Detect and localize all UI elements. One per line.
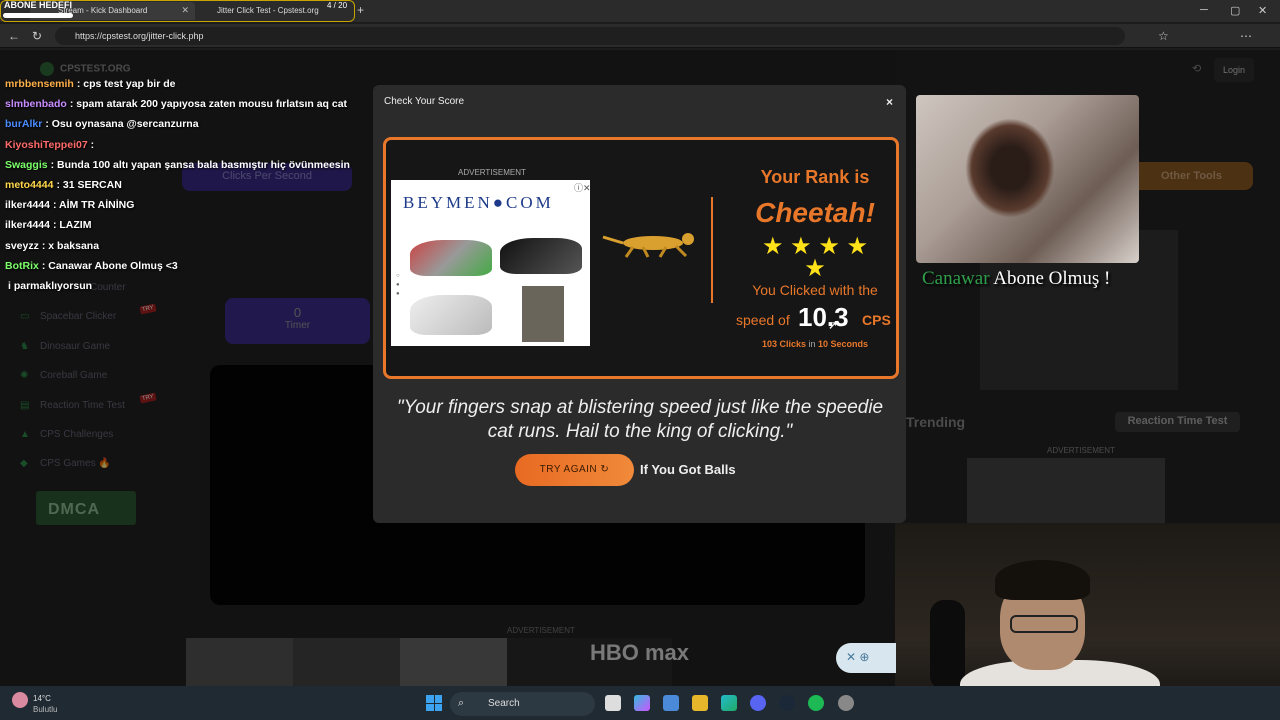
weather-icon[interactable] xyxy=(12,692,28,708)
speed-value: 10.3 xyxy=(798,302,849,332)
chat-username: sveyzz xyxy=(5,239,39,252)
sneaker-image xyxy=(410,295,492,335)
windows-start-icon[interactable] xyxy=(426,695,442,711)
clicks-summary: 103 Clicks in 10 Seconds xyxy=(761,339,869,349)
rating-stars-icon: ★ ★ ★ ★ ★ xyxy=(761,233,869,282)
back-icon[interactable]: ← xyxy=(8,29,20,43)
chat-message: mrbbensemih: cps test yap bir de xyxy=(5,78,355,90)
rank-quote: "Your fingers snap at blistering speed j… xyxy=(396,397,884,442)
file-explorer-icon[interactable] xyxy=(692,695,708,711)
weather-temp: 14°C xyxy=(33,694,51,703)
notification-pill[interactable]: ✕ ⊕ xyxy=(836,643,896,673)
copilot-icon[interactable] xyxy=(634,695,650,711)
ad-brand: BEYMEN●COM xyxy=(403,193,554,212)
glasses xyxy=(1010,615,1078,633)
clicked-text: You Clicked with the xyxy=(752,282,878,298)
cheetah-image xyxy=(602,233,694,258)
chat-username: BotRix xyxy=(5,259,39,272)
divider xyxy=(711,197,713,303)
chat-username: mrbbensemih xyxy=(5,78,74,90)
chat-text: : AİM TR AİNİNG xyxy=(52,199,135,212)
goal-count: 4 / 20 xyxy=(327,1,348,10)
microphone xyxy=(930,600,965,690)
video-figure xyxy=(965,118,1055,218)
chat-username: burAlkr xyxy=(5,118,43,131)
speed-label: speed of xyxy=(736,312,790,328)
carousel-dots[interactable]: ○ ● ● xyxy=(396,272,400,299)
goal-label: ABONE HEDEFI xyxy=(4,0,73,10)
chat-message: burAlkr: Osu oynasana @sercanzurna xyxy=(5,118,355,130)
spotify-icon[interactable] xyxy=(808,695,824,711)
chat-text: : xyxy=(90,138,95,151)
chat-username: Swaggis xyxy=(5,158,48,171)
favorite-icon[interactable]: ☆ xyxy=(1158,29,1169,43)
address-bar-row: https://cpstest.org/jitter-click.php xyxy=(0,24,1280,48)
chat-username: meto4444 xyxy=(5,179,54,191)
minimize-icon[interactable]: ─ xyxy=(1200,4,1208,16)
menu-icon[interactable]: ⋯ xyxy=(1240,29,1252,43)
chat-text: : LAZIM xyxy=(52,219,92,232)
store-icon[interactable] xyxy=(663,695,679,711)
sneaker-image xyxy=(500,238,582,274)
mouse-cursor-icon: ➚ xyxy=(828,318,839,332)
chat-message: meto4444: 31 SERCAN xyxy=(5,179,355,191)
alert-caption: Canawar Abone Olmuş ! xyxy=(922,268,1111,289)
rank-name: Cheetah! xyxy=(755,197,875,228)
chat-text: : Osu oynasana @sercanzurna xyxy=(45,118,199,131)
chat-message: Swaggis: Bunda 100 altı yapan şansa bala… xyxy=(5,159,355,171)
chat-message: ilker4444: LAZIM xyxy=(5,219,355,231)
streamer-hair xyxy=(995,560,1090,600)
rank-label: Your Rank is xyxy=(760,167,870,187)
chat-text: i parmaklıyorsun xyxy=(8,280,93,292)
chat-text: : Canawar Abone Olmuş <3 xyxy=(41,259,178,272)
taskbar-search[interactable]: Search xyxy=(450,692,595,716)
ad-label: ADVERTISEMENT xyxy=(458,168,526,177)
try-again-button[interactable]: TRY AGAIN ↻ xyxy=(515,454,634,486)
chat-message: ilker4444: AİM TR AİNİNG xyxy=(5,199,355,211)
goal-progress-fill xyxy=(3,13,73,18)
search-icon: ⌕ xyxy=(458,697,465,709)
app-icon[interactable] xyxy=(838,695,854,711)
chat-username: KiyoshiTeppei07 xyxy=(5,138,88,151)
close-window-icon[interactable]: ✕ xyxy=(1258,4,1267,17)
discord-icon[interactable] xyxy=(750,695,766,711)
chat-text: : x baksana xyxy=(41,239,100,252)
ad-close-icon[interactable]: ⓘ✕ xyxy=(574,181,591,194)
chat-username: slmbenbado xyxy=(5,98,67,111)
chat-username: ilker4444 xyxy=(5,219,50,232)
speed-unit: CPS xyxy=(862,312,891,328)
url-input[interactable]: https://cpstest.org/jitter-click.php xyxy=(55,27,1125,45)
chat-message: i parmaklıyorsun xyxy=(5,280,355,292)
chat-text: : spam atarak 200 yapıyosa zaten mousu f… xyxy=(69,98,348,111)
weather-desc: Bulutlu xyxy=(33,705,58,714)
edge-icon[interactable] xyxy=(721,695,737,711)
chat-message: sveyzz: x baksana xyxy=(5,240,355,252)
chat-message: BotRix: Canawar Abone Olmuş <3 xyxy=(5,260,355,272)
close-icon[interactable]: × xyxy=(886,95,893,109)
task-view-icon[interactable] xyxy=(605,695,621,711)
challenge-text: If You Got Balls xyxy=(640,462,736,477)
search-label: Search xyxy=(488,698,520,709)
modal-title: Check Your Score xyxy=(384,96,465,107)
sneaker-image xyxy=(410,240,492,276)
chat-text: : 31 SERCAN xyxy=(56,179,122,191)
maximize-icon[interactable]: ▢ xyxy=(1230,4,1240,17)
chat-text: : Bunda 100 altı yapan şansa bala basmış… xyxy=(50,158,350,171)
chat-message: KiyoshiTeppei07: xyxy=(5,139,355,151)
new-tab-icon[interactable]: + xyxy=(357,3,364,17)
chat-username: ilker4444 xyxy=(5,199,50,212)
chat-message: slmbenbado: spam atarak 200 yapıyosa zat… xyxy=(5,98,355,110)
refresh-icon[interactable]: ↻ xyxy=(32,29,42,43)
steam-icon[interactable] xyxy=(779,695,795,711)
chat-text: : cps test yap bir de xyxy=(76,78,176,90)
coat-image xyxy=(522,286,564,342)
